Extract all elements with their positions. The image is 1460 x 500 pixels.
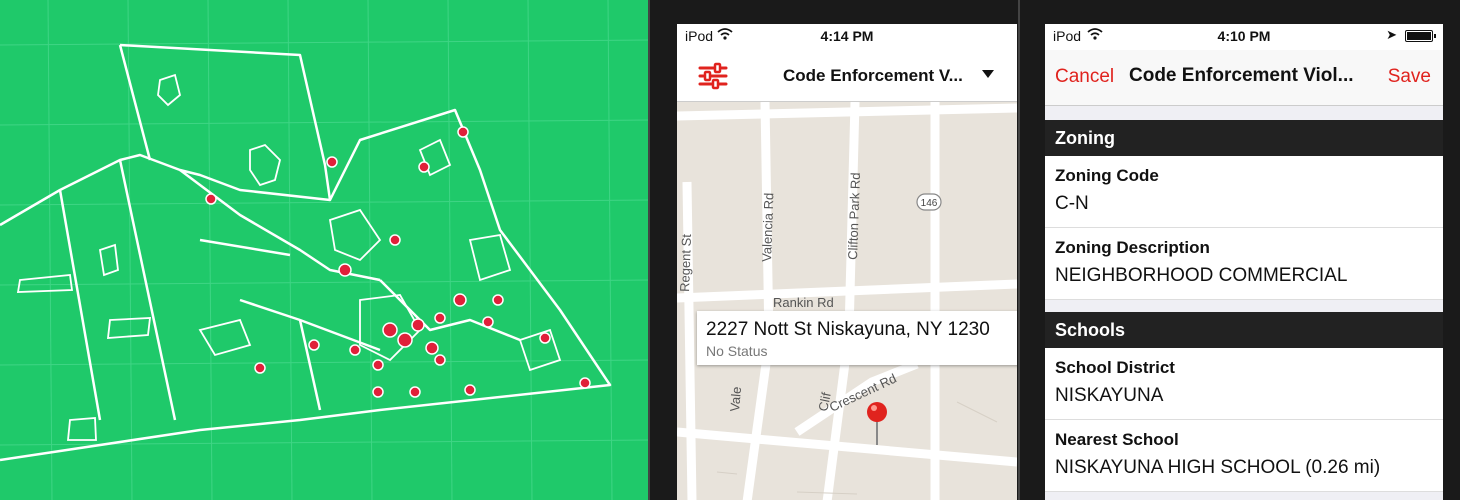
- phone-map-screen: iPod 4:14 PM Code Enforcement V... 146 V…: [677, 24, 1017, 500]
- phone-map-view: iPod 4:14 PM Code Enforcement V... 146 V…: [648, 0, 1024, 500]
- layer-title[interactable]: Code Enforcement V...: [783, 66, 963, 86]
- location-arrow-icon: ➤: [1386, 27, 1397, 42]
- phone-form-screen: iPod 4:10 PM ➤ Cancel Code Enforcement V…: [1045, 24, 1443, 500]
- callout-status: No Status: [706, 343, 768, 359]
- street-label-vale: Vale: [727, 386, 744, 412]
- address-callout[interactable]: 2227 Nott St Niskayuna, NY 1230 No Statu…: [697, 311, 1017, 365]
- status-time: 4:10 PM: [1217, 28, 1271, 44]
- route-shield-label: 146: [921, 198, 938, 209]
- form-title: Code Enforcement Viol...: [1129, 65, 1354, 86]
- cancel-button[interactable]: Cancel: [1055, 66, 1114, 88]
- status-time: 4:14 PM: [820, 28, 874, 44]
- street-label-rankin: Rankin Rd: [773, 295, 834, 310]
- form-body[interactable]: Zoning Zoning Code C-N Zoning Descriptio…: [1045, 106, 1443, 500]
- caret-down-icon[interactable]: [982, 70, 994, 78]
- section-header-zoning: Zoning: [1045, 120, 1443, 156]
- field-value: C-N: [1055, 193, 1089, 214]
- status-bar: iPod 4:10 PM ➤: [1045, 24, 1443, 50]
- field-value: NISKAYUNA: [1055, 385, 1164, 406]
- map-nav-bar: Code Enforcement V...: [677, 50, 1017, 102]
- field-label: Zoning Description: [1055, 238, 1210, 257]
- sliders-icon[interactable]: [697, 60, 729, 92]
- field-zoning-description[interactable]: Zoning Description NEIGHBORHOOD COMMERCI…: [1045, 228, 1443, 300]
- map-pin-icon: [867, 402, 887, 445]
- street-label-valencia: Valencia Rd: [759, 192, 776, 262]
- green-parcel-map-illustration: [0, 0, 650, 500]
- callout-address: 2227 Nott St Niskayuna, NY 1230: [706, 319, 990, 340]
- field-label: School District: [1055, 358, 1175, 377]
- field-value: NISKAYUNA HIGH SCHOOL (0.26 mi): [1055, 457, 1381, 478]
- save-button[interactable]: Save: [1388, 66, 1431, 88]
- street-map[interactable]: 146 Valencia Rd Clifton Park Rd Rankin R…: [677, 102, 1017, 500]
- field-zoning-code[interactable]: Zoning Code C-N: [1045, 156, 1443, 228]
- section-header-schools: Schools: [1045, 312, 1443, 348]
- field-label: Nearest School: [1055, 430, 1179, 449]
- field-value: NEIGHBORHOOD COMMERCIAL: [1055, 265, 1348, 286]
- street-label-clifton-park: Clifton Park Rd: [845, 172, 863, 260]
- battery-icon: [1405, 30, 1436, 42]
- status-bar: iPod 4:14 PM: [677, 24, 1017, 50]
- street-label-regent: Regent St: [677, 233, 694, 292]
- phone-form-view: iPod 4:10 PM ➤ Cancel Code Enforcement V…: [1018, 0, 1460, 500]
- parcel-map-graphic: [0, 0, 650, 500]
- form-nav-bar: Cancel Code Enforcement Viol... Save: [1045, 50, 1443, 106]
- field-label: Zoning Code: [1055, 166, 1159, 185]
- field-nearest-school[interactable]: Nearest School NISKAYUNA HIGH SCHOOL (0.…: [1045, 420, 1443, 492]
- field-school-district[interactable]: School District NISKAYUNA: [1045, 348, 1443, 420]
- street-map-graphic: 146 Valencia Rd Clifton Park Rd Rankin R…: [677, 102, 1017, 500]
